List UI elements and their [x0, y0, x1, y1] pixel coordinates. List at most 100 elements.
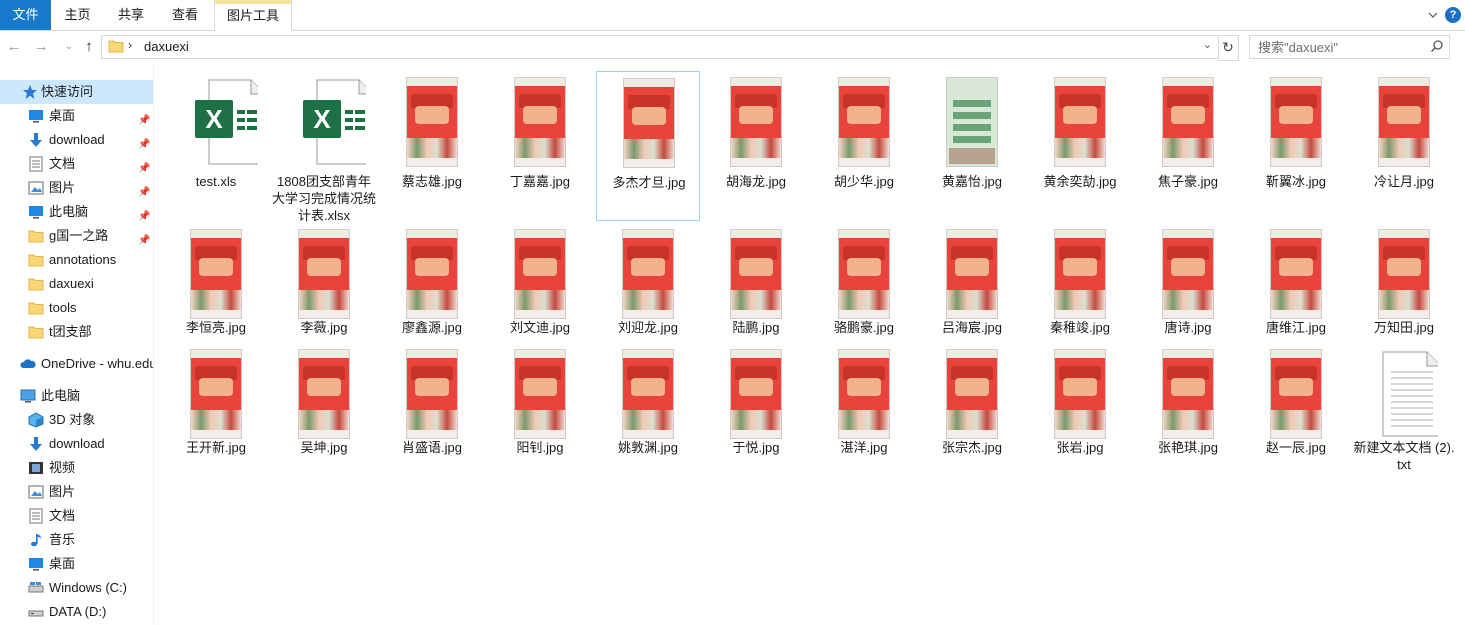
sidebar-item-3d-objects[interactable]: 3D 对象	[0, 408, 153, 432]
file-item[interactable]: 吴坤.jpg	[272, 343, 376, 493]
file-name: 黄嘉怡.jpg	[942, 174, 1002, 189]
image-thumbnail	[1162, 77, 1214, 167]
tab-file[interactable]: 文件	[0, 0, 51, 30]
chevron-down-icon[interactable]	[1424, 6, 1442, 24]
address-dropdown-icon[interactable]: ⌄	[1203, 38, 1212, 51]
sidebar-item-this-pc-root[interactable]: 此电脑	[0, 384, 153, 408]
file-item[interactable]: 姚敦渊.jpg	[596, 343, 700, 493]
sidebar-item-documents[interactable]: 文档 📌	[0, 152, 153, 176]
drive-icon	[28, 610, 44, 617]
file-item[interactable]: X 1808团支部青年大学习完成情况统计表.xlsx	[272, 71, 376, 223]
address-bar[interactable]: › daxuexi ⌄	[101, 35, 1219, 59]
file-item[interactable]: 张宗杰.jpg	[920, 343, 1024, 493]
breadcrumb-separator[interactable]: ›	[128, 38, 132, 52]
search-icon[interactable]	[1430, 39, 1444, 53]
sidebar-item-league-branch[interactable]: t团支部	[0, 320, 153, 344]
sidebar-item-drive-c[interactable]: Windows (C:)	[0, 576, 153, 600]
drive-icon	[28, 582, 44, 593]
file-item[interactable]: 多杰才旦.jpg	[596, 71, 700, 221]
tab-view[interactable]: 查看	[158, 0, 212, 30]
sidebar-item-quick-access[interactable]: 快速访问	[0, 80, 153, 104]
recent-locations-icon[interactable]: ⌄	[60, 38, 78, 56]
file-item[interactable]: 胡少华.jpg	[812, 71, 916, 221]
file-item[interactable]: 王开新.jpg	[164, 343, 268, 493]
file-name: 吕海宸.jpg	[942, 320, 1002, 335]
file-item[interactable]: 新建文本文档 (2).txt	[1352, 343, 1456, 493]
refresh-icon[interactable]: ↻	[1218, 35, 1239, 61]
file-item[interactable]: 冷让月.jpg	[1352, 71, 1456, 221]
sidebar-item-pictures[interactable]: 图片 📌	[0, 176, 153, 200]
tab-picture-tools[interactable]: 图片工具	[214, 0, 292, 31]
file-name: 陆鹏.jpg	[732, 320, 780, 335]
sidebar-item-desktop[interactable]: 桌面 📌	[0, 104, 153, 128]
file-item[interactable]: 肖盛语.jpg	[380, 343, 484, 493]
pictures-icon	[28, 485, 44, 499]
file-name: 姚敦渊.jpg	[618, 440, 678, 455]
file-item[interactable]: 湛洋.jpg	[812, 343, 916, 493]
file-item[interactable]: 阳钊.jpg	[488, 343, 592, 493]
file-item[interactable]: 于悦.jpg	[704, 343, 808, 493]
file-item[interactable]: 张艳琪.jpg	[1136, 343, 1240, 493]
file-name: 新建文本文档 (2).txt	[1353, 440, 1455, 472]
sidebar-item-download[interactable]: download 📌	[0, 128, 153, 152]
file-item[interactable]: 张岩.jpg	[1028, 343, 1132, 493]
sidebar-item-music[interactable]: 音乐	[0, 528, 153, 552]
navigation-bar: ← → ⌄ ↑ › daxuexi ⌄ ↻	[0, 31, 1465, 63]
image-thumbnail	[1162, 349, 1214, 439]
sidebar-label: 3D 对象	[49, 412, 96, 427]
file-item[interactable]: 丁嘉嘉.jpg	[488, 71, 592, 221]
sidebar-label: 音乐	[49, 532, 76, 547]
tab-share[interactable]: 共享	[104, 0, 158, 30]
sidebar-item-folder[interactable]: g国一之路 📌	[0, 224, 153, 248]
sidebar-item-desktop-pc[interactable]: 桌面	[0, 552, 153, 576]
image-thumbnail	[1270, 77, 1322, 167]
folder-icon	[108, 40, 124, 53]
sidebar-item-drive-d[interactable]: DATA (D:)	[0, 600, 153, 624]
file-item[interactable]: 胡海龙.jpg	[704, 71, 808, 221]
file-item[interactable]: Xtest.xls	[164, 71, 268, 221]
up-arrow-icon[interactable]: ↑	[80, 38, 98, 56]
sidebar-item-daxuexi[interactable]: daxuexi	[0, 272, 153, 296]
tab-home[interactable]: 主页	[51, 0, 104, 30]
sidebar-label: daxuexi	[49, 276, 94, 291]
forward-arrow-icon[interactable]: →	[32, 38, 50, 56]
file-name: 胡海龙.jpg	[726, 174, 786, 189]
file-name: 赵一辰.jpg	[1266, 440, 1326, 455]
image-thumbnail	[946, 77, 998, 167]
image-thumbnail	[406, 77, 458, 167]
music-icon	[31, 534, 41, 547]
file-name: 肖盛语.jpg	[402, 440, 462, 455]
file-item[interactable]: 焦子豪.jpg	[1136, 71, 1240, 221]
sidebar-item-this-pc[interactable]: 此电脑 📌	[0, 200, 153, 224]
sidebar-item-tools[interactable]: tools	[0, 296, 153, 320]
file-item[interactable]: 蔡志雄.jpg	[380, 71, 484, 221]
sidebar-item-onedrive[interactable]: OneDrive - whu.edu	[0, 352, 153, 376]
file-item[interactable]: 赵一辰.jpg	[1244, 343, 1348, 493]
image-thumbnail	[730, 77, 782, 167]
sidebar-label: 此电脑	[49, 204, 89, 219]
image-thumbnail	[730, 229, 782, 319]
sidebar-label: Windows (C:)	[49, 580, 128, 595]
document-icon	[29, 508, 43, 524]
sidebar-item-videos[interactable]: 视频	[0, 456, 153, 480]
breadcrumb-daxuexi[interactable]: daxuexi	[144, 39, 189, 54]
file-name: 唐维江.jpg	[1266, 320, 1326, 335]
search-input[interactable]	[1250, 36, 1428, 58]
search-box	[1249, 35, 1450, 59]
back-arrow-icon[interactable]: ←	[5, 38, 23, 56]
desktop-icon	[29, 558, 43, 571]
ribbon: 文件 主页 共享 查看 图片工具 ?	[0, 0, 1465, 31]
image-thumbnail	[623, 78, 675, 168]
file-item[interactable]: 黄嘉怡.jpg	[920, 71, 1024, 221]
sidebar-item-pictures-pc[interactable]: 图片	[0, 480, 153, 504]
sidebar-item-documents-pc[interactable]: 文档	[0, 504, 153, 528]
file-item[interactable]: 黄余奕劼.jpg	[1028, 71, 1132, 221]
sidebar-item-download-pc[interactable]: download	[0, 432, 153, 456]
help-icon[interactable]: ?	[1445, 7, 1461, 23]
image-thumbnail	[406, 349, 458, 439]
pictures-icon	[28, 181, 44, 195]
excel-file-icon: X	[195, 79, 258, 165]
file-item[interactable]: 靳翼冰.jpg	[1244, 71, 1348, 221]
sidebar-item-annotations[interactable]: annotations	[0, 248, 153, 272]
pane-divider[interactable]	[153, 63, 154, 625]
